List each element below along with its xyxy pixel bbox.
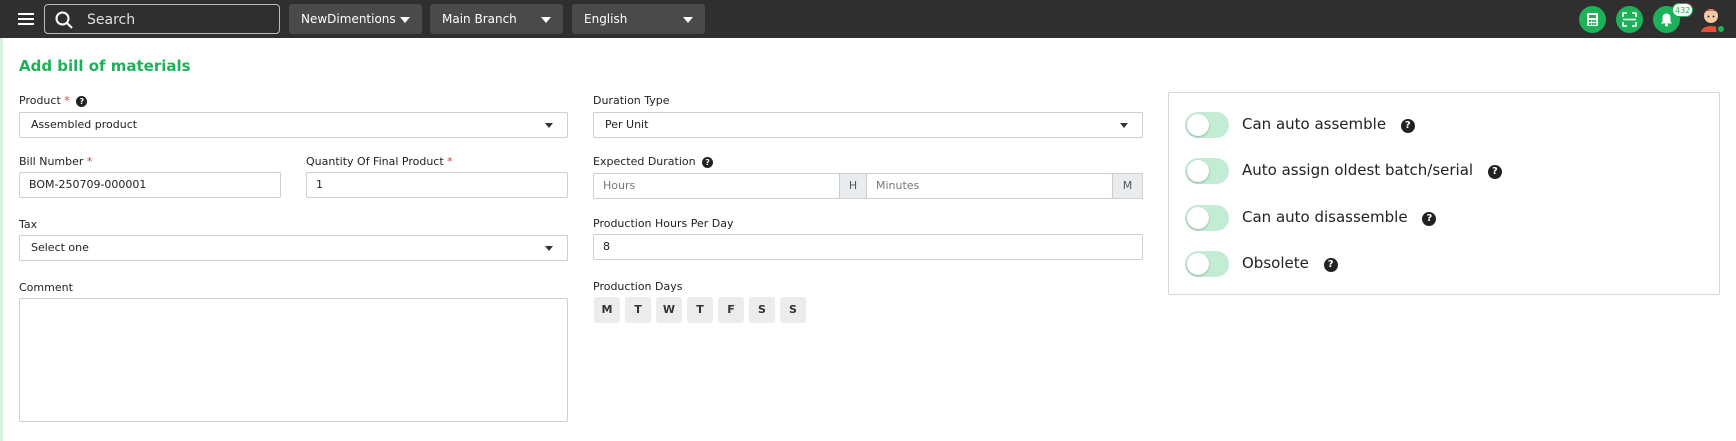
tax-label: Tax — [19, 218, 38, 231]
page-title: Add bill of materials — [19, 57, 191, 75]
online-status-dot — [1716, 24, 1726, 34]
hours-input[interactable]: Hours — [593, 173, 840, 199]
toggle-knob — [1187, 253, 1209, 275]
quantity-label-text: Quantity Of Final Product — [306, 155, 444, 168]
auto-assign-oldest-text: Auto assign oldest batch/serial — [1242, 161, 1474, 179]
chevron-down-icon — [1120, 123, 1128, 128]
minutes-addon: M — [1112, 173, 1143, 199]
branch-select-value: Main Branch — [442, 12, 517, 26]
branch-select[interactable]: Main Branch — [430, 4, 563, 34]
day-wednesday[interactable]: W — [656, 297, 682, 323]
calculator-icon — [1587, 13, 1598, 26]
tax-select-value: Select one — [31, 241, 89, 254]
company-select-value: NewDimentions — [301, 12, 396, 26]
bell-icon — [1661, 13, 1672, 27]
production-hours-value: 8 — [603, 240, 610, 253]
toggle-knob — [1187, 207, 1209, 229]
language-select-value: English — [584, 12, 628, 26]
chevron-down-icon — [545, 123, 553, 128]
calculator-button[interactable] — [1579, 6, 1606, 33]
bill-number-label-text: Bill Number — [19, 155, 84, 168]
comment-label: Comment — [19, 281, 73, 294]
auto-assign-oldest-toggle[interactable] — [1185, 158, 1229, 184]
auto-assign-oldest-label: Auto assign oldest batch/serial ? — [1242, 161, 1502, 179]
menu-icon[interactable] — [16, 10, 36, 28]
can-auto-disassemble-text: Can auto disassemble — [1242, 208, 1408, 226]
bill-number-value: BOM-250709-000001 — [29, 178, 147, 191]
search-box[interactable] — [44, 4, 280, 34]
day-tuesday[interactable]: T — [625, 297, 651, 323]
minutes-input[interactable]: Minutes — [866, 173, 1113, 199]
day-saturday[interactable]: S — [749, 297, 775, 323]
avatar[interactable] — [1696, 4, 1726, 34]
bill-number-label: Bill Number * — [19, 155, 92, 168]
comment-textarea[interactable] — [19, 298, 568, 422]
top-bar: NewDimentions Main Branch English — [0, 0, 1736, 38]
chevron-down-icon — [683, 17, 693, 23]
required-mark: * — [447, 155, 453, 168]
required-mark: * — [64, 94, 70, 107]
required-mark: * — [86, 155, 93, 168]
production-hours-input[interactable]: 8 — [593, 234, 1143, 260]
expected-duration-label-text: Expected Duration — [593, 155, 696, 168]
product-label-text: Product — [19, 94, 61, 107]
product-select-value: Assembled product — [31, 118, 138, 131]
obsolete-label: Obsolete ? — [1242, 254, 1338, 272]
question-circle-icon[interactable]: ? — [1422, 212, 1437, 226]
expected-duration-label: Expected Duration ? — [593, 155, 714, 168]
chevron-down-icon — [545, 246, 553, 251]
options-panel: Can auto assemble ? Auto assign oldest b… — [1168, 92, 1720, 295]
obsolete-text: Obsolete — [1242, 254, 1309, 272]
toggle-knob — [1187, 114, 1209, 136]
production-days-label: Production Days — [593, 280, 683, 293]
search-icon — [55, 11, 73, 29]
obsolete-toggle[interactable] — [1185, 251, 1229, 277]
bill-number-input[interactable]: BOM-250709-000001 — [19, 172, 281, 198]
duration-type-select[interactable]: Per Unit — [593, 112, 1143, 138]
language-select[interactable]: English — [572, 4, 705, 34]
product-label: Product * ? — [19, 94, 88, 107]
quantity-input[interactable]: 1 — [306, 172, 568, 198]
notification-badge: 432 — [1672, 3, 1694, 17]
product-select[interactable]: Assembled product — [19, 112, 568, 138]
can-auto-assemble-text: Can auto assemble — [1242, 115, 1387, 133]
hours-placeholder: Hours — [603, 179, 636, 192]
question-circle-icon[interactable]: ? — [1487, 165, 1502, 179]
can-auto-assemble-toggle[interactable] — [1185, 112, 1229, 138]
question-circle-icon[interactable]: ? — [76, 96, 88, 107]
tax-select[interactable]: Select one — [19, 235, 568, 261]
day-thursday[interactable]: T — [687, 297, 713, 323]
left-rail — [0, 38, 3, 441]
chevron-down-icon — [541, 17, 551, 23]
question-circle-icon[interactable]: ? — [702, 157, 714, 168]
toggle-knob — [1187, 160, 1209, 182]
duration-type-label: Duration Type — [593, 94, 670, 107]
day-friday[interactable]: F — [718, 297, 744, 323]
quantity-label: Quantity Of Final Product * — [306, 155, 453, 168]
company-select[interactable]: NewDimentions — [289, 4, 422, 34]
can-auto-assemble-label: Can auto assemble ? — [1242, 115, 1415, 133]
day-monday[interactable]: M — [594, 297, 620, 323]
question-circle-icon[interactable]: ? — [1323, 258, 1338, 272]
duration-type-value: Per Unit — [605, 118, 649, 131]
production-hours-label: Production Hours Per Day — [593, 217, 734, 230]
search-input[interactable] — [87, 9, 267, 31]
scan-button[interactable] — [1616, 6, 1643, 33]
chevron-down-icon — [400, 17, 410, 23]
scan-icon — [1622, 12, 1637, 27]
quantity-value: 1 — [316, 178, 323, 191]
minutes-placeholder: Minutes — [876, 179, 920, 192]
hours-addon: H — [839, 173, 867, 199]
day-sunday[interactable]: S — [780, 297, 806, 323]
question-circle-icon[interactable]: ? — [1400, 119, 1415, 133]
can-auto-disassemble-label: Can auto disassemble ? — [1242, 208, 1437, 226]
can-auto-disassemble-toggle[interactable] — [1185, 205, 1229, 231]
